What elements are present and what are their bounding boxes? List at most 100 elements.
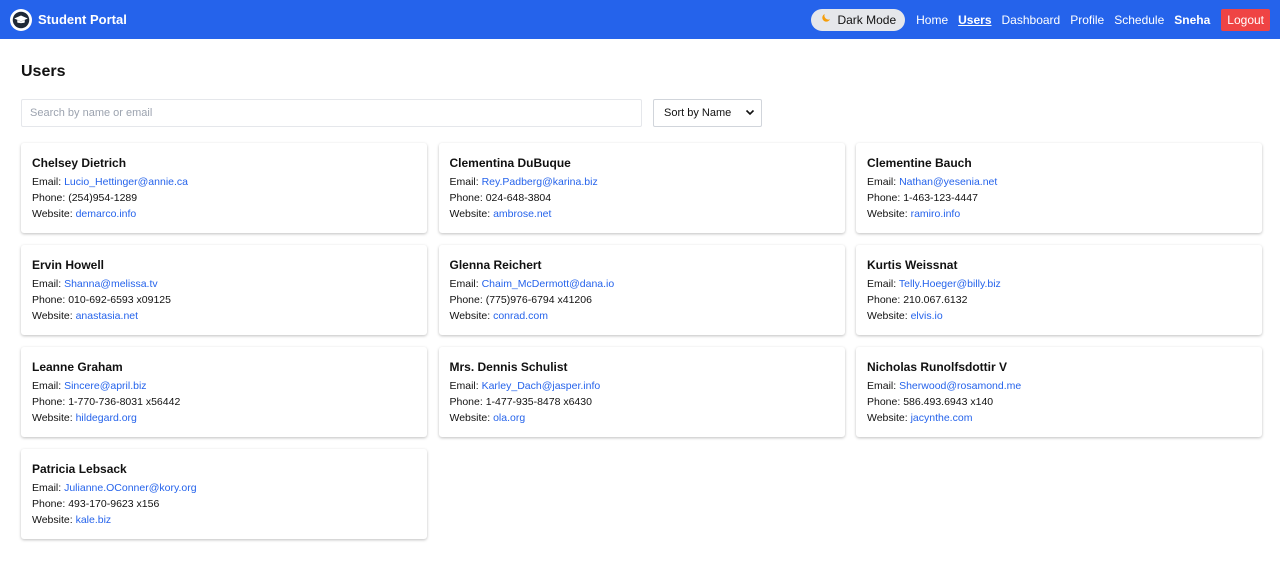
user-phone: 586.493.6943 x140	[903, 396, 994, 408]
user-name: Clementine Bauch	[867, 156, 972, 170]
user-email-link[interactable]: Telly.Hoeger@billy.biz	[899, 278, 1001, 290]
sort-select-value: Sort by Name	[664, 107, 732, 119]
phone-label: Phone:	[32, 498, 69, 510]
email-label: Email:	[867, 176, 900, 188]
user-website-link[interactable]: kale.biz	[76, 514, 112, 526]
website-label: Website:	[867, 412, 911, 424]
website-label: Website:	[449, 412, 494, 424]
phone-label: Phone:	[449, 396, 486, 408]
main-content: Users Sort by Name Chelsey Dietrich Emai…	[0, 63, 1280, 539]
dark-mode-label: Dark Mode	[837, 12, 897, 27]
user-name: Mrs. Dennis Schulist	[449, 360, 568, 374]
user-phone: 024-648-3804	[485, 192, 552, 204]
moon-icon	[820, 12, 832, 27]
search-input[interactable]	[21, 99, 642, 127]
user-name: Kurtis Weissnat	[867, 258, 958, 272]
nav-users[interactable]: Users	[958, 13, 991, 27]
page-title: Users	[21, 63, 66, 80]
user-email-link[interactable]: Sincere@april.biz	[64, 380, 146, 392]
user-website-link[interactable]: anastasia.net	[76, 310, 138, 322]
user-email-link[interactable]: Chaim_McDermott@dana.io	[482, 278, 615, 290]
user-card: Clementina DuBuque Email: Rey.Padberg@ka…	[438, 143, 845, 233]
user-name: Leanne Graham	[32, 360, 123, 374]
user-website-link[interactable]: jacynthe.com	[911, 412, 973, 424]
chevron-down-icon	[745, 107, 755, 120]
user-card: Kurtis Weissnat Email: Telly.Hoeger@bill…	[856, 245, 1262, 335]
phone-label: Phone:	[449, 192, 486, 204]
email-label: Email:	[867, 380, 900, 392]
user-website-link[interactable]: demarco.info	[76, 208, 137, 220]
user-website-link[interactable]: ambrose.net	[493, 208, 551, 220]
website-label: Website:	[32, 310, 76, 322]
website-label: Website:	[449, 208, 494, 220]
user-name: Nicholas Runolfsdottir V	[867, 360, 1008, 374]
graduation-cap-icon	[10, 8, 32, 31]
user-phone: 1-463-123-4447	[903, 192, 978, 204]
phone-label: Phone:	[867, 294, 904, 306]
phone-label: Phone:	[449, 294, 486, 306]
user-website-link[interactable]: conrad.com	[493, 310, 548, 322]
dark-mode-toggle[interactable]: Dark Mode	[811, 8, 906, 31]
phone-label: Phone:	[867, 396, 904, 408]
user-card: Glenna Reichert Email: Chaim_McDermott@d…	[438, 245, 845, 335]
user-email-link[interactable]: Julianne.OConner@kory.org	[64, 482, 196, 494]
website-label: Website:	[32, 208, 76, 220]
user-website-link[interactable]: hildegard.org	[76, 412, 137, 424]
user-phone: 1-477-935-8478 x6430	[485, 396, 592, 408]
user-email-link[interactable]: Nathan@yesenia.net	[899, 176, 997, 188]
user-card-grid: Chelsey Dietrich Email: Lucio_Hettinger@…	[21, 143, 1262, 539]
top-navbar: Student Portal Dark Mode Home Users Dash…	[0, 0, 1280, 39]
user-name: Glenna Reichert	[449, 258, 542, 272]
user-phone: 493-170-9623 x156	[68, 498, 160, 510]
brand[interactable]: Student Portal	[10, 8, 127, 31]
user-phone: 210.067.6132	[903, 294, 968, 306]
user-card: Nicholas Runolfsdottir V Email: Sherwood…	[856, 347, 1262, 437]
user-phone: (775)976-6794 x41206	[485, 294, 592, 306]
user-name: Chelsey Dietrich	[32, 156, 127, 170]
email-label: Email:	[32, 380, 65, 392]
user-email-link[interactable]: Rey.Padberg@karina.biz	[482, 176, 598, 188]
user-email-link[interactable]: Sherwood@rosamond.me	[899, 380, 1021, 392]
email-label: Email:	[32, 176, 65, 188]
email-label: Email:	[449, 278, 482, 290]
email-label: Email:	[867, 278, 899, 290]
user-email-link[interactable]: Lucio_Hettinger@annie.ca	[64, 176, 188, 188]
user-name: Patricia Lebsack	[32, 462, 127, 476]
website-label: Website:	[867, 208, 911, 220]
phone-label: Phone:	[32, 294, 69, 306]
user-card: Clementine Bauch Email: Nathan@yesenia.n…	[856, 143, 1262, 233]
email-label: Email:	[449, 176, 482, 188]
user-name: Clementina DuBuque	[449, 156, 571, 170]
logout-button[interactable]: Logout	[1221, 8, 1270, 31]
controls-bar: Sort by Name	[21, 99, 1259, 127]
phone-label: Phone:	[32, 192, 69, 204]
user-phone: 1-770-736-8031 x56442	[68, 396, 181, 408]
user-website-link[interactable]: elvis.io	[911, 310, 943, 322]
user-card: Ervin Howell Email: Shanna@melissa.tv Ph…	[21, 245, 427, 335]
sort-select[interactable]: Sort by Name	[653, 99, 762, 127]
user-phone: (254)954-1289	[68, 192, 138, 204]
website-label: Website:	[449, 310, 494, 322]
user-name: Ervin Howell	[32, 258, 105, 272]
user-email-link[interactable]: Shanna@melissa.tv	[64, 278, 158, 290]
nav-profile[interactable]: Profile	[1070, 13, 1104, 27]
user-email-link[interactable]: Karley_Dach@jasper.info	[482, 380, 601, 392]
user-card: Patricia Lebsack Email: Julianne.OConner…	[21, 449, 427, 539]
app-title: Student Portal	[38, 12, 127, 27]
user-website-link[interactable]: ramiro.info	[911, 208, 961, 220]
nav-schedule[interactable]: Schedule	[1114, 13, 1164, 27]
phone-label: Phone:	[32, 396, 69, 408]
website-label: Website:	[867, 310, 911, 322]
user-card: Chelsey Dietrich Email: Lucio_Hettinger@…	[21, 143, 427, 233]
current-user-name: Sneha	[1174, 12, 1211, 27]
phone-label: Phone:	[867, 192, 904, 204]
website-label: Website:	[32, 412, 76, 424]
email-label: Email:	[32, 482, 65, 494]
user-phone: 010-692-6593 x09125	[68, 294, 171, 306]
nav-home[interactable]: Home	[916, 13, 948, 27]
nav-dashboard[interactable]: Dashboard	[1002, 13, 1061, 27]
email-label: Email:	[449, 380, 482, 392]
website-label: Website:	[32, 514, 76, 526]
user-website-link[interactable]: ola.org	[493, 412, 525, 424]
user-card: Leanne Graham Email: Sincere@april.biz P…	[21, 347, 427, 437]
